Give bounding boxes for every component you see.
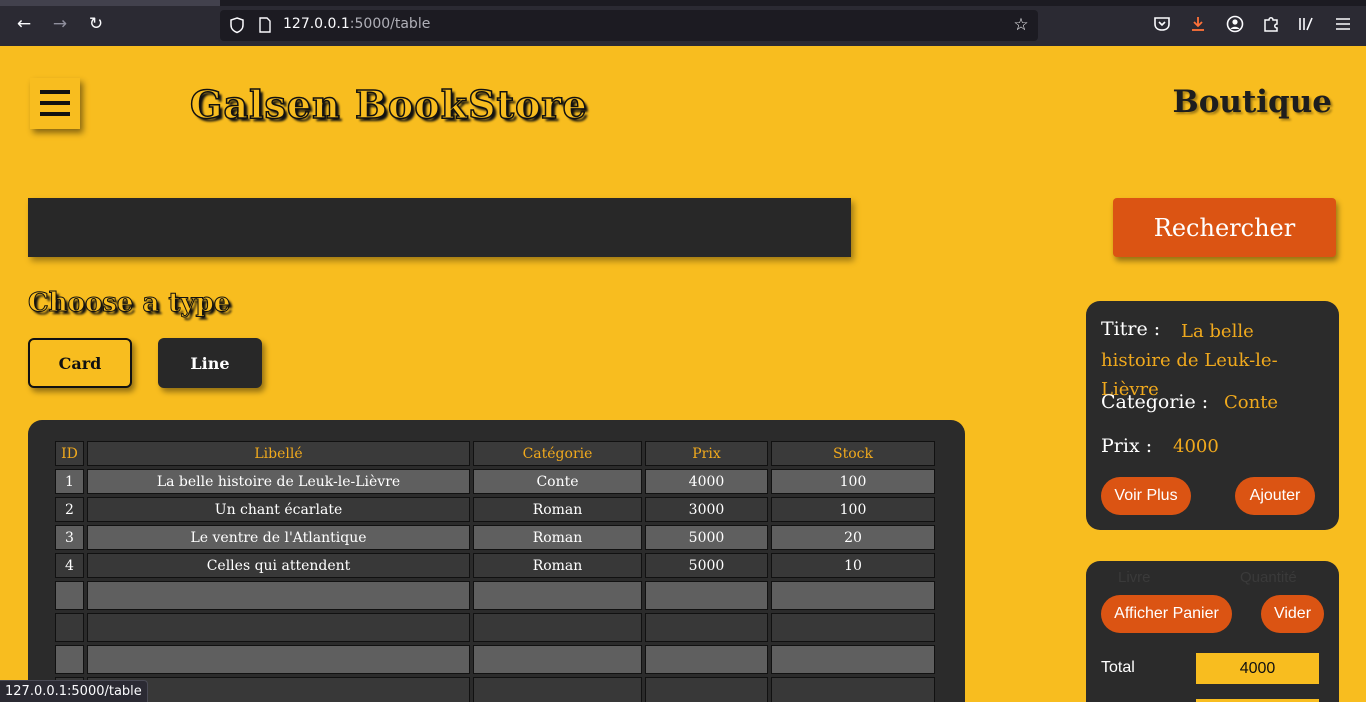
url-text[interactable]: 127.0.0.1:5000/table	[283, 16, 430, 32]
column-header-stock[interactable]: Stock	[771, 441, 935, 466]
hamburger-icon	[40, 90, 70, 94]
table-row[interactable]: 4 Celles qui attendent Roman 5000 10	[55, 553, 935, 578]
menu-icon[interactable]	[1333, 14, 1353, 34]
cell-libelle: La belle histoire de Leuk-le-Lièvre	[87, 469, 470, 494]
cell-libelle: Un chant écarlate	[87, 497, 470, 522]
cart-column-livre: Livre	[1118, 569, 1151, 586]
column-header-categorie[interactable]: Catégorie	[473, 441, 642, 466]
empty-cell	[473, 645, 642, 674]
empty-cell	[55, 613, 84, 642]
account-icon[interactable]	[1225, 14, 1245, 34]
pocket-icon[interactable]	[1152, 14, 1172, 34]
cell-id: 2	[55, 497, 84, 522]
status-link-tooltip: 127.0.0.1:5000/table	[0, 680, 148, 702]
prix-label: Prix :	[1101, 435, 1153, 457]
empty-cell	[645, 677, 768, 702]
cart-column-quantite: Quantité	[1240, 569, 1297, 586]
clear-cart-button[interactable]: Vider	[1261, 595, 1324, 633]
hamburger-icon-bar	[40, 112, 70, 116]
cell-stock: 20	[771, 525, 935, 550]
back-icon[interactable]: ←	[13, 13, 35, 35]
cell-categorie: Roman	[473, 525, 642, 550]
empty-table-row	[55, 677, 935, 702]
show-cart-button[interactable]: Afficher Panier	[1101, 595, 1232, 633]
cell-categorie: Conte	[473, 469, 642, 494]
ajouter-button[interactable]: Ajouter	[1235, 477, 1315, 515]
cell-libelle: Celles qui attendent	[87, 553, 470, 578]
empty-cell	[55, 581, 84, 610]
tab-strip	[0, 0, 1366, 6]
choose-type-heading: Choose a type	[27, 288, 231, 319]
cell-prix: 5000	[645, 525, 768, 550]
cell-id: 1	[55, 469, 84, 494]
cell-stock: 100	[771, 469, 935, 494]
line-view-button[interactable]: Line	[158, 338, 262, 388]
table-row[interactable]: 2 Un chant écarlate Roman 3000 100	[55, 497, 935, 522]
cell-id: 3	[55, 525, 84, 550]
reload-icon[interactable]: ↻	[85, 13, 107, 35]
empty-cell	[473, 677, 642, 702]
cell-libelle: Le ventre de l'Atlantique	[87, 525, 470, 550]
empty-cell	[771, 645, 935, 674]
address-bar[interactable]: 127.0.0.1:5000/table ☆	[220, 10, 1038, 41]
total-label: Total	[1101, 659, 1135, 676]
empty-cell	[771, 581, 935, 610]
total-value: 4000	[1196, 653, 1319, 684]
prix-value: 4000	[1173, 436, 1219, 457]
categorie-label: Categorie :	[1101, 391, 1209, 413]
cell-prix: 4000	[645, 469, 768, 494]
books-table: ID Libellé Catégorie Prix Stock 1 La bel…	[52, 438, 938, 702]
download-icon[interactable]	[1188, 14, 1208, 34]
hamburger-menu-button[interactable]	[30, 78, 80, 129]
empty-cell	[771, 613, 935, 642]
extensions-icon[interactable]	[1261, 14, 1281, 34]
brand-title[interactable]: Galsen BookStore	[189, 81, 588, 128]
books-table-panel: ID Libellé Catégorie Prix Stock 1 La bel…	[28, 420, 965, 702]
empty-cell	[645, 581, 768, 610]
empty-cell	[473, 581, 642, 610]
empty-cell	[645, 613, 768, 642]
cart-card: Livre Quantité Afficher Panier Vider Tot…	[1086, 561, 1339, 702]
empty-cell	[87, 645, 470, 674]
section-title[interactable]: Boutique	[1173, 84, 1332, 120]
cell-categorie: Roman	[473, 553, 642, 578]
search-input[interactable]	[28, 198, 851, 257]
browser-toolbar: ← → ↻ 127.0.0.1:5000/table ☆	[0, 0, 1366, 46]
forward-icon[interactable]: →	[49, 13, 71, 35]
column-header-id[interactable]: ID	[55, 441, 84, 466]
empty-cell	[771, 677, 935, 702]
column-header-prix[interactable]: Prix	[645, 441, 768, 466]
cell-prix: 5000	[645, 553, 768, 578]
empty-cell	[645, 645, 768, 674]
url-host: 127.0.0.1	[283, 16, 350, 32]
empty-cell	[55, 645, 84, 674]
cell-prix: 3000	[645, 497, 768, 522]
hamburger-icon-bar	[40, 101, 70, 105]
table-header-row: ID Libellé Catégorie Prix Stock	[55, 441, 935, 466]
reader-icon[interactable]	[1297, 14, 1317, 34]
table-row[interactable]: 1 La belle histoire de Leuk-le-Lièvre Co…	[55, 469, 935, 494]
book-detail-card: Titre : La belle histoire de Leuk-le-Liè…	[1086, 301, 1339, 530]
table-row[interactable]: 3 Le ventre de l'Atlantique Roman 5000 2…	[55, 525, 935, 550]
column-header-libelle[interactable]: Libellé	[87, 441, 470, 466]
categorie-value: Conte	[1224, 392, 1279, 413]
cell-stock: 10	[771, 553, 935, 578]
card-view-button[interactable]: Card	[28, 338, 132, 388]
bookmark-star-icon[interactable]: ☆	[1010, 14, 1032, 36]
empty-table-row	[55, 645, 935, 674]
cell-stock: 100	[771, 497, 935, 522]
active-tab-edge[interactable]	[0, 0, 220, 6]
empty-table-row	[55, 613, 935, 642]
empty-cell	[87, 581, 470, 610]
url-path: :5000/table	[349, 16, 431, 32]
empty-table-row	[55, 581, 935, 610]
search-button[interactable]: Rechercher	[1113, 198, 1336, 257]
page-icon	[259, 17, 271, 33]
shield-icon[interactable]	[228, 16, 246, 34]
empty-cell	[473, 613, 642, 642]
cell-categorie: Roman	[473, 497, 642, 522]
empty-cell	[87, 613, 470, 642]
voir-plus-button[interactable]: Voir Plus	[1101, 477, 1191, 515]
cell-id: 4	[55, 553, 84, 578]
